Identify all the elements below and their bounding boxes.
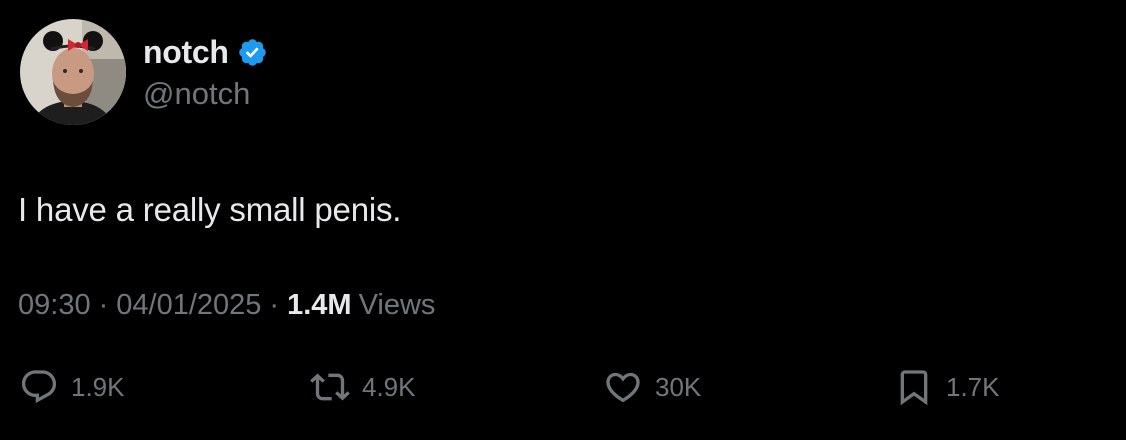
like-button[interactable]: 30K <box>603 362 701 412</box>
verified-badge-icon <box>237 37 268 68</box>
tweet-text: I have a really small penis. <box>18 191 402 228</box>
bookmark-button[interactable]: 1.7K <box>894 362 1000 412</box>
author-name-row: notch <box>143 30 268 74</box>
bookmark-count: 1.7K <box>946 371 1000 402</box>
heart-icon <box>603 367 643 407</box>
tweet-meta: 09:30 · 04/01/2025 · 1.4M Views <box>18 289 435 322</box>
bookmark-icon <box>894 367 934 407</box>
tweet-date[interactable]: 04/01/2025 <box>116 289 261 322</box>
reply-count: 1.9K <box>71 371 125 402</box>
avatar-image <box>20 19 126 125</box>
views-count[interactable]: 1.4M <box>287 289 351 322</box>
tweet: notch @notch I have a really small penis… <box>0 0 1126 440</box>
avatar[interactable] <box>20 19 126 125</box>
action-bar: 1.9K 4.9K 30K 1.7K <box>0 362 1126 412</box>
meta-separator: · <box>269 289 280 321</box>
retweet-button[interactable]: 4.9K <box>310 362 416 412</box>
reply-button[interactable]: 1.9K <box>19 362 125 412</box>
meta-separator: · <box>98 289 109 321</box>
reply-icon <box>19 367 59 407</box>
views-label: Views <box>358 289 436 321</box>
author-display-name[interactable]: notch <box>143 34 229 71</box>
retweet-count: 4.9K <box>362 371 416 402</box>
tweet-time[interactable]: 09:30 <box>18 289 91 322</box>
author-handle[interactable]: @notch <box>143 76 250 112</box>
like-count: 30K <box>655 371 702 402</box>
retweet-icon <box>310 367 350 407</box>
